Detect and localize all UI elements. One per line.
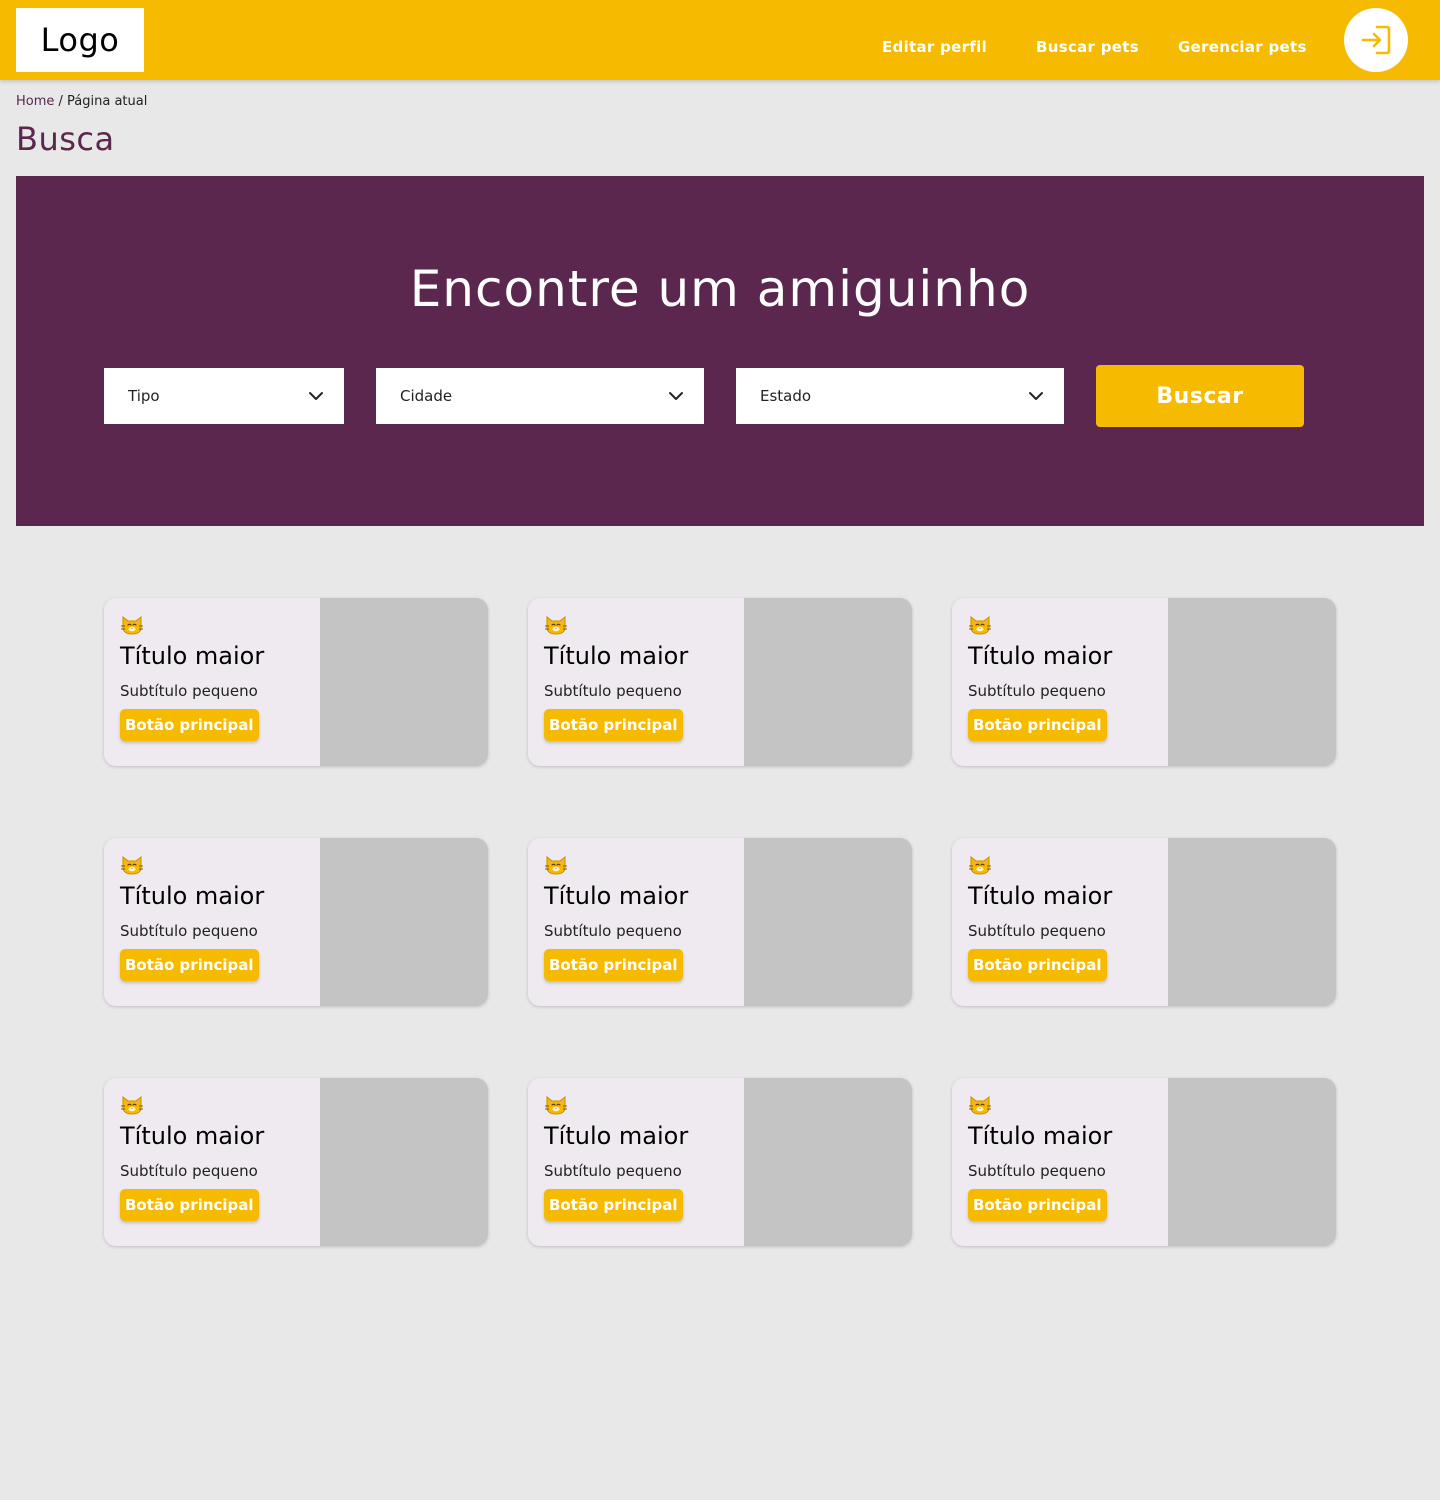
- card-image-placeholder: [1168, 598, 1336, 766]
- card-title: Título maior: [968, 642, 1113, 670]
- cat-icon: [121, 855, 143, 875]
- card-image-placeholder: [744, 1078, 912, 1246]
- breadcrumb: Home / Página atual: [16, 94, 147, 109]
- cat-icon: [969, 855, 991, 875]
- card-subtitle: Subtítulo pequeno: [120, 682, 258, 700]
- filter-tipo-select[interactable]: Tipo: [104, 368, 344, 424]
- card-image-placeholder: [320, 838, 488, 1006]
- top-bar: Logo Editar perfil Buscar pets Gerenciar…: [0, 0, 1440, 80]
- pet-card: Título maior Subtítulo pequeno Botão pri…: [104, 1078, 488, 1246]
- cat-icon: [969, 615, 991, 635]
- pet-card: Título maior Subtítulo pequeno Botão pri…: [528, 598, 912, 766]
- pet-card: Título maior Subtítulo pequeno Botão pri…: [528, 838, 912, 1006]
- card-subtitle: Subtítulo pequeno: [968, 1162, 1106, 1180]
- cat-icon: [121, 615, 143, 635]
- pet-card: Título maior Subtítulo pequeno Botão pri…: [952, 598, 1336, 766]
- card-title: Título maior: [120, 882, 265, 910]
- pet-card: Título maior Subtítulo pequeno Botão pri…: [952, 1078, 1336, 1246]
- login-arrow-icon: [1361, 25, 1391, 55]
- card-primary-button[interactable]: Botão principal: [544, 709, 683, 741]
- card-title: Título maior: [968, 882, 1113, 910]
- card-title: Título maior: [120, 642, 265, 670]
- card-primary-button[interactable]: Botão principal: [968, 1189, 1107, 1221]
- pet-card: Título maior Subtítulo pequeno Botão pri…: [104, 598, 488, 766]
- card-primary-button[interactable]: Botão principal: [544, 1189, 683, 1221]
- filter-cidade-select[interactable]: Cidade: [376, 368, 704, 424]
- card-title: Título maior: [120, 1122, 265, 1150]
- card-subtitle: Subtítulo pequeno: [544, 922, 682, 940]
- cat-icon: [969, 1095, 991, 1115]
- card-subtitle: Subtítulo pequeno: [968, 682, 1106, 700]
- chevron-down-icon: [1029, 392, 1043, 400]
- breadcrumb-home[interactable]: Home: [16, 94, 54, 109]
- logo[interactable]: Logo: [16, 8, 144, 72]
- card-subtitle: Subtítulo pequeno: [120, 922, 258, 940]
- cat-icon: [545, 1095, 567, 1115]
- search-headline: Encontre um amiguinho: [409, 260, 1031, 318]
- card-image-placeholder: [744, 838, 912, 1006]
- cat-icon: [545, 615, 567, 635]
- login-button[interactable]: [1344, 8, 1408, 72]
- card-image-placeholder: [1168, 838, 1336, 1006]
- card-primary-button[interactable]: Botão principal: [968, 709, 1107, 741]
- card-primary-button[interactable]: Botão principal: [120, 1189, 259, 1221]
- card-subtitle: Subtítulo pequeno: [544, 682, 682, 700]
- nav-buscar-pets[interactable]: Buscar pets: [1036, 38, 1139, 56]
- card-primary-button[interactable]: Botão principal: [120, 949, 259, 981]
- page-title: Busca: [16, 120, 115, 158]
- breadcrumb-current: Página atual: [67, 94, 148, 109]
- card-primary-button[interactable]: Botão principal: [968, 949, 1107, 981]
- cat-icon: [545, 855, 567, 875]
- breadcrumb-separator: /: [54, 94, 68, 109]
- card-title: Título maior: [544, 882, 689, 910]
- card-primary-button[interactable]: Botão principal: [544, 949, 683, 981]
- filter-estado-label: Estado: [760, 387, 812, 405]
- card-primary-button[interactable]: Botão principal: [120, 709, 259, 741]
- card-image-placeholder: [320, 1078, 488, 1246]
- nav-gerenciar-pets[interactable]: Gerenciar pets: [1178, 38, 1307, 56]
- card-title: Título maior: [544, 642, 689, 670]
- card-title: Título maior: [968, 1122, 1113, 1150]
- card-image-placeholder: [1168, 1078, 1336, 1246]
- filter-tipo-label: Tipo: [128, 387, 160, 405]
- buscar-button[interactable]: Buscar: [1096, 365, 1304, 427]
- nav-editar-perfil[interactable]: Editar perfil: [882, 38, 987, 56]
- chevron-down-icon: [669, 392, 683, 400]
- card-subtitle: Subtítulo pequeno: [968, 922, 1106, 940]
- pet-card: Título maior Subtítulo pequeno Botão pri…: [104, 838, 488, 1006]
- card-image-placeholder: [320, 598, 488, 766]
- pet-card: Título maior Subtítulo pequeno Botão pri…: [952, 838, 1336, 1006]
- card-image-placeholder: [744, 598, 912, 766]
- search-hero: Encontre um amiguinho Tipo Cidade Estado…: [16, 176, 1424, 526]
- card-title: Título maior: [544, 1122, 689, 1150]
- card-subtitle: Subtítulo pequeno: [120, 1162, 258, 1180]
- chevron-down-icon: [309, 392, 323, 400]
- pet-card: Título maior Subtítulo pequeno Botão pri…: [528, 1078, 912, 1246]
- filter-estado-select[interactable]: Estado: [736, 368, 1064, 424]
- filter-cidade-label: Cidade: [400, 387, 453, 405]
- card-subtitle: Subtítulo pequeno: [544, 1162, 682, 1180]
- cat-icon: [121, 1095, 143, 1115]
